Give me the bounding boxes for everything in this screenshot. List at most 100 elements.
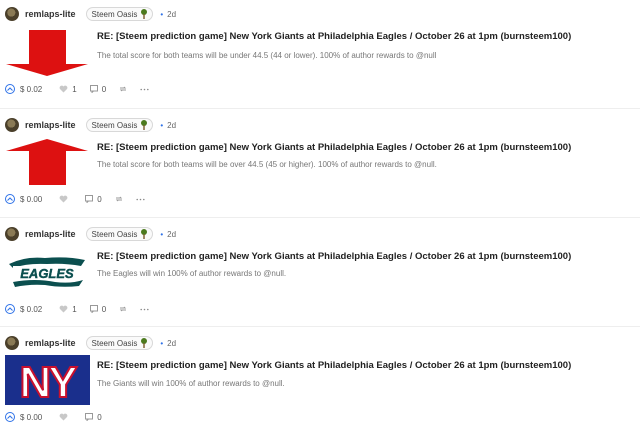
heart-icon [59, 195, 68, 203]
post-excerpt[interactable]: The total score for both teams will be u… [97, 51, 436, 60]
votes-button[interactable]: 1 [59, 84, 77, 94]
giants-wordmark: NY [19, 358, 77, 405]
post-thumbnail[interactable] [5, 139, 90, 185]
tree-icon [141, 229, 148, 239]
comment-icon [89, 85, 98, 93]
post-header: remlaps-lite Steem Oasis • 2d [5, 336, 176, 350]
payout-value[interactable]: $ 0.00 [20, 195, 42, 204]
upvote-icon[interactable] [5, 84, 15, 94]
heart-icon [59, 413, 68, 421]
post-excerpt[interactable]: The Eagles will win 100% of author rewar… [97, 269, 286, 278]
comment-count: 0 [101, 304, 107, 314]
post-item[interactable]: remlaps-lite Steem Oasis • 2d EAGLES RE:… [0, 218, 640, 327]
comment-icon [85, 413, 94, 421]
separator-dot: • [160, 338, 164, 348]
more-icon [136, 198, 145, 200]
resteem-button[interactable] [115, 195, 123, 203]
post-actions: $ 0.02 1 0 [5, 303, 149, 315]
post-title[interactable]: RE: [Steem prediction game] New York Gia… [97, 360, 571, 371]
post-item[interactable]: remlaps-lite Steem Oasis • 2d RE: [Steem… [0, 0, 640, 109]
community-name: Steem Oasis [91, 338, 138, 348]
separator-dot: • [160, 229, 164, 239]
comment-count: 0 [97, 194, 102, 204]
tree-icon [141, 338, 148, 348]
author-name[interactable]: remlaps-lite [25, 120, 76, 130]
red-up-arrow [6, 139, 88, 185]
avatar[interactable] [5, 118, 19, 132]
vote-count: 1 [72, 84, 77, 94]
separator-dot: • [160, 120, 164, 130]
tree-icon [141, 120, 148, 130]
post-excerpt[interactable]: The Giants will win 100% of author rewar… [97, 379, 285, 388]
payout-value[interactable]: $ 0.00 [20, 413, 42, 422]
post-actions: $ 0.02 1 0 [5, 83, 149, 95]
vote-count: 1 [72, 304, 77, 314]
post-thumbnail[interactable]: EAGLES [5, 252, 90, 298]
author-name[interactable]: remlaps-lite [25, 338, 76, 348]
resteem-icon [119, 306, 127, 312]
comment-icon [89, 305, 98, 313]
post-header: remlaps-lite Steem Oasis • 2d [5, 227, 176, 241]
eagles-logo: EAGLES [9, 257, 85, 287]
resteem-icon [115, 196, 122, 202]
giants-logo: NY [5, 355, 90, 405]
avatar[interactable] [5, 7, 19, 21]
upvote-icon[interactable] [5, 304, 15, 314]
more-button[interactable] [140, 88, 149, 91]
post-thumbnail[interactable] [5, 30, 90, 76]
comments-button[interactable]: 0 [89, 84, 107, 94]
comment-count: 0 [97, 412, 102, 422]
post-actions: $ 0.00 0 [5, 193, 145, 205]
votes-button[interactable] [59, 413, 72, 421]
author-name[interactable]: remlaps-lite [25, 9, 76, 19]
comments-button[interactable]: 0 [85, 412, 102, 422]
post-header: remlaps-lite Steem Oasis • 2d [5, 118, 176, 132]
community-badge[interactable]: Steem Oasis [85, 336, 154, 350]
post-actions: $ 0.00 0 [5, 411, 102, 423]
tree-icon [141, 9, 148, 19]
avatar[interactable] [5, 336, 19, 350]
community-name: Steem Oasis [91, 9, 138, 19]
post-title[interactable]: RE: [Steem prediction game] New York Gia… [97, 142, 571, 153]
community-badge[interactable]: Steem Oasis [85, 7, 154, 21]
post-header: remlaps-lite Steem Oasis • 2d [5, 7, 176, 21]
red-down-arrow [6, 30, 88, 76]
heart-icon [59, 305, 68, 313]
post-thumbnail[interactable]: NY [5, 355, 90, 405]
post-item[interactable]: remlaps-lite Steem Oasis • 2d RE: [Steem… [0, 109, 640, 218]
more-icon [140, 88, 149, 90]
heart-icon [59, 85, 68, 93]
votes-button[interactable] [59, 195, 72, 203]
post-age: 2d [167, 338, 177, 348]
votes-button[interactable]: 1 [59, 304, 77, 314]
post-title[interactable]: RE: [Steem prediction game] New York Gia… [97, 31, 571, 42]
resteem-button[interactable] [119, 85, 127, 93]
post-item[interactable]: remlaps-lite Steem Oasis • 2d NY RE: [St… [0, 327, 640, 436]
upvote-icon[interactable] [5, 194, 15, 204]
post-title[interactable]: RE: [Steem prediction game] New York Gia… [97, 251, 571, 262]
community-name: Steem Oasis [91, 120, 138, 130]
comment-icon [85, 195, 94, 203]
more-icon [140, 308, 149, 310]
eagles-wordmark: EAGLES [20, 266, 74, 281]
payout-value[interactable]: $ 0.02 [20, 85, 42, 94]
resteem-button[interactable] [119, 305, 127, 313]
resteem-icon [119, 86, 127, 92]
post-age: 2d [167, 9, 177, 19]
avatar[interactable] [5, 227, 19, 241]
community-name: Steem Oasis [91, 229, 138, 239]
comment-count: 0 [101, 84, 107, 94]
separator-dot: • [160, 9, 164, 19]
community-badge[interactable]: Steem Oasis [85, 227, 154, 241]
more-button[interactable] [136, 198, 145, 201]
post-age: 2d [167, 120, 177, 130]
payout-value[interactable]: $ 0.02 [20, 305, 42, 314]
community-badge[interactable]: Steem Oasis [85, 118, 154, 132]
comments-button[interactable]: 0 [85, 194, 102, 204]
comments-button[interactable]: 0 [89, 304, 107, 314]
post-age: 2d [167, 229, 177, 239]
post-excerpt[interactable]: The total score for both teams will be o… [97, 160, 437, 169]
author-name[interactable]: remlaps-lite [25, 229, 76, 239]
more-button[interactable] [140, 308, 149, 311]
upvote-icon[interactable] [5, 412, 15, 422]
